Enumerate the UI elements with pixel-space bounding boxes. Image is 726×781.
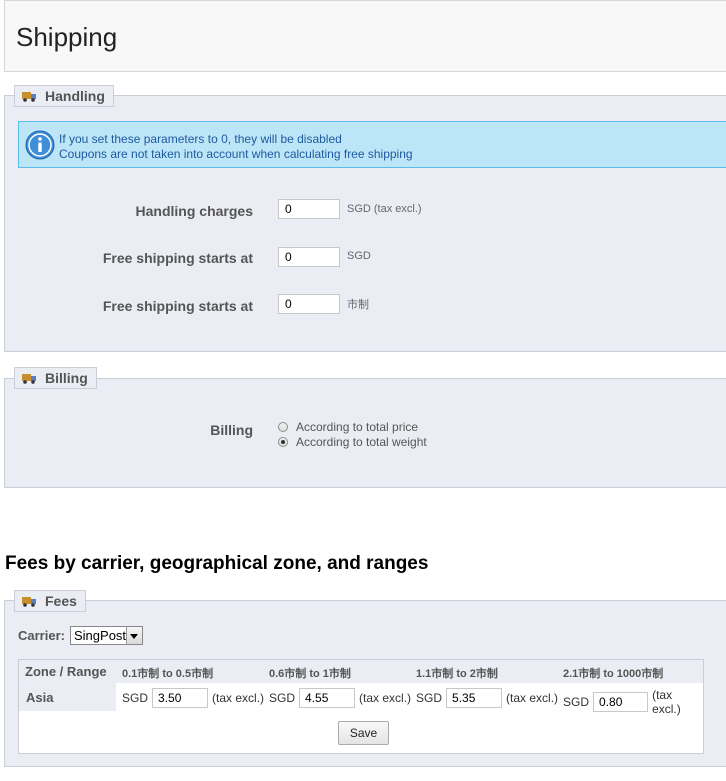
billing-legend-label: Billing <box>45 370 88 386</box>
billing-legend: Billing <box>14 367 97 389</box>
currency-label: SGD <box>122 691 149 705</box>
zone-name: Asia <box>26 690 54 705</box>
fee-input[interactable]: 5.35 <box>446 688 503 708</box>
save-button[interactable]: Save <box>338 721 389 745</box>
fee-cell: SGD 0.80 (tax excl.) <box>563 688 703 716</box>
radio-weight[interactable] <box>278 437 288 447</box>
free-shipping-price-input[interactable]: 0 <box>278 247 340 267</box>
free-shipping-price-unit: SGD <box>347 250 371 262</box>
handling-charges-input[interactable]: 0 <box>278 199 340 219</box>
range-header: 1.1市制 to 2市制 <box>416 668 498 680</box>
tax-note: (tax excl.) <box>506 691 559 705</box>
fee-input[interactable]: 4.55 <box>299 688 356 708</box>
range-header: 0.6市制 to 1市制 <box>269 668 351 680</box>
fees-legend-label: Fees <box>45 593 77 609</box>
free-shipping-weight-label: Free shipping starts at <box>102 298 253 314</box>
handling-charges-unit: SGD (tax excl.) <box>347 203 422 215</box>
info-line: Coupons are not taken into account when … <box>59 147 413 161</box>
handling-charges-label: Handling charges <box>135 203 253 219</box>
chevron-down-icon[interactable] <box>126 627 142 644</box>
fee-cell: SGD 4.55 (tax excl.) <box>269 688 411 708</box>
range-header: 2.1市制 to 1000市制 <box>563 668 664 680</box>
billing-label: Billing <box>210 422 253 438</box>
fee-cell: SGD 5.35 (tax excl.) <box>416 688 558 708</box>
page-title: Shipping <box>16 22 118 52</box>
free-shipping-weight-input[interactable]: 0 <box>278 294 340 314</box>
radio-price[interactable] <box>278 422 288 432</box>
tax-note: (tax excl.) <box>359 691 412 705</box>
fees-legend: Fees <box>14 590 86 612</box>
range-header: 0.1市制 to 0.5市制 <box>122 668 214 680</box>
fees-table-header: Zone / Range 0.1市制 to 0.5市制 0.6市制 to 1市制… <box>19 660 703 683</box>
free-shipping-price-label: Free shipping starts at <box>102 250 253 266</box>
free-shipping-weight-unit: 市制 <box>347 299 369 311</box>
info-line: If you set these parameters to 0, they w… <box>59 132 342 146</box>
fees-section-title: Fees by carrier, geographical zone, and … <box>5 553 429 574</box>
fee-input[interactable]: 3.50 <box>152 688 209 708</box>
zone-cell: Asia <box>19 683 116 711</box>
billing-option-label: According to total price <box>296 420 419 434</box>
tax-note: (tax excl.) <box>652 688 681 716</box>
carrier-selected-value: SingPost <box>74 628 127 643</box>
handling-legend-label: Handling <box>45 88 105 104</box>
billing-option-price[interactable]: According to total price <box>278 420 418 434</box>
tax-note: (tax excl.) <box>212 691 265 705</box>
fees-table: Zone / Range 0.1市制 to 0.5市制 0.6市制 to 1市制… <box>18 659 704 754</box>
billing-option-weight[interactable]: According to total weight <box>278 435 427 449</box>
carrier-select[interactable]: SingPost <box>70 626 143 645</box>
truck-icon <box>22 91 36 102</box>
page-header: Shipping <box>4 0 726 72</box>
currency-label: SGD <box>416 691 443 705</box>
carrier-label: Carrier: <box>18 628 65 643</box>
fee-input[interactable]: 0.80 <box>593 692 649 712</box>
info-box: If you set these parameters to 0, they w… <box>18 121 726 168</box>
currency-label: SGD <box>269 691 296 705</box>
zone-range-header: Zone / Range <box>25 664 107 679</box>
fee-cell: SGD 3.50 (tax excl.) <box>122 688 264 708</box>
truck-icon <box>22 373 36 384</box>
info-icon <box>25 130 55 160</box>
handling-legend: Handling <box>14 85 114 107</box>
currency-label: SGD <box>563 695 590 709</box>
info-text: If you set these parameters to 0, they w… <box>59 132 413 162</box>
billing-option-label: According to total weight <box>296 435 427 449</box>
truck-icon <box>22 596 36 607</box>
